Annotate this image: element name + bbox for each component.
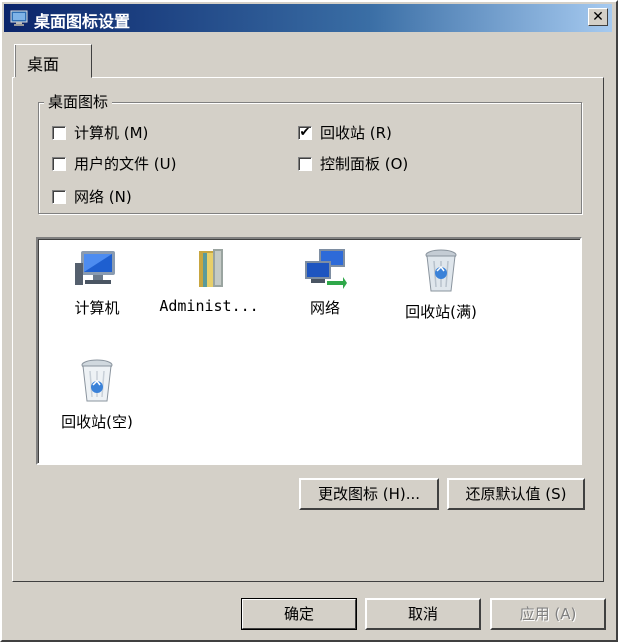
list-item-label: 回收站(满) bbox=[405, 303, 477, 321]
change-icon-button[interactable]: 更改图标 (H)... bbox=[299, 478, 439, 510]
checkbox-box[interactable] bbox=[52, 125, 66, 140]
checkbox-control-panel[interactable]: 控制面板 (O) bbox=[298, 153, 408, 174]
list-item[interactable]: 网络 bbox=[266, 247, 384, 318]
window-title: 桌面图标设置 bbox=[34, 12, 131, 31]
desktop-icon-settings-dialog: 桌面图标设置 ✕ 桌面 桌面图标 计算机 (M) ✔ 回收站 (R) 用户的文件… bbox=[0, 0, 618, 642]
checkbox-user-files[interactable]: 用户的文件 (U) bbox=[52, 153, 176, 174]
recycle-bin-empty-icon bbox=[81, 359, 113, 402]
title-bar[interactable]: 桌面图标设置 ✕ bbox=[4, 4, 612, 32]
close-icon: ✕ bbox=[592, 9, 604, 25]
checkbox-box[interactable] bbox=[52, 189, 66, 204]
tab-desktop[interactable]: 桌面 bbox=[14, 44, 92, 78]
list-item[interactable]: 回收站(满) bbox=[382, 247, 500, 322]
list-item-label: 网络 bbox=[309, 299, 340, 317]
list-item-label: 回收站(空) bbox=[61, 413, 133, 431]
display-settings-icon bbox=[10, 10, 28, 26]
list-item[interactable]: 回收站(空) bbox=[38, 357, 156, 432]
network-icon bbox=[305, 249, 347, 289]
recycle-bin-full-icon bbox=[425, 249, 457, 292]
checkbox-label: 回收站 (R) bbox=[320, 124, 392, 142]
checkbox-box[interactable] bbox=[52, 156, 66, 171]
checkbox-network[interactable]: 网络 (N) bbox=[52, 186, 132, 207]
group-legend: 桌面图标 bbox=[44, 92, 113, 112]
restore-default-button[interactable]: 还原默认值 (S) bbox=[447, 478, 585, 510]
checkbox-recycle-bin[interactable]: ✔ 回收站 (R) bbox=[298, 122, 392, 143]
computer-icon bbox=[75, 251, 115, 285]
cancel-button[interactable]: 取消 bbox=[365, 598, 481, 630]
list-item-label: 计算机 bbox=[74, 299, 120, 317]
list-item[interactable]: Administ... bbox=[150, 247, 268, 315]
checkbox-label: 用户的文件 (U) bbox=[74, 155, 177, 173]
apply-button: 应用 (A) bbox=[490, 598, 606, 630]
checkbox-box[interactable] bbox=[298, 156, 312, 171]
close-button[interactable]: ✕ bbox=[588, 8, 608, 26]
checkbox-label: 计算机 (M) bbox=[74, 124, 149, 142]
checkbox-box[interactable]: ✔ bbox=[298, 125, 312, 140]
user-folder-icon bbox=[199, 249, 223, 287]
checkbox-computer[interactable]: 计算机 (M) bbox=[52, 122, 148, 143]
list-item[interactable]: 计算机 bbox=[38, 247, 156, 318]
checkbox-label: 控制面板 (O) bbox=[320, 155, 409, 173]
list-item-label: Administ... bbox=[159, 297, 259, 315]
icon-list-view[interactable]: 计算机 Administ... 网络 回收站(满) 回收站(空) bbox=[36, 237, 582, 465]
checkbox-label: 网络 (N) bbox=[74, 188, 132, 206]
tab-desktop-label: 桌面 bbox=[27, 55, 60, 74]
ok-button[interactable]: 确定 bbox=[241, 598, 357, 630]
